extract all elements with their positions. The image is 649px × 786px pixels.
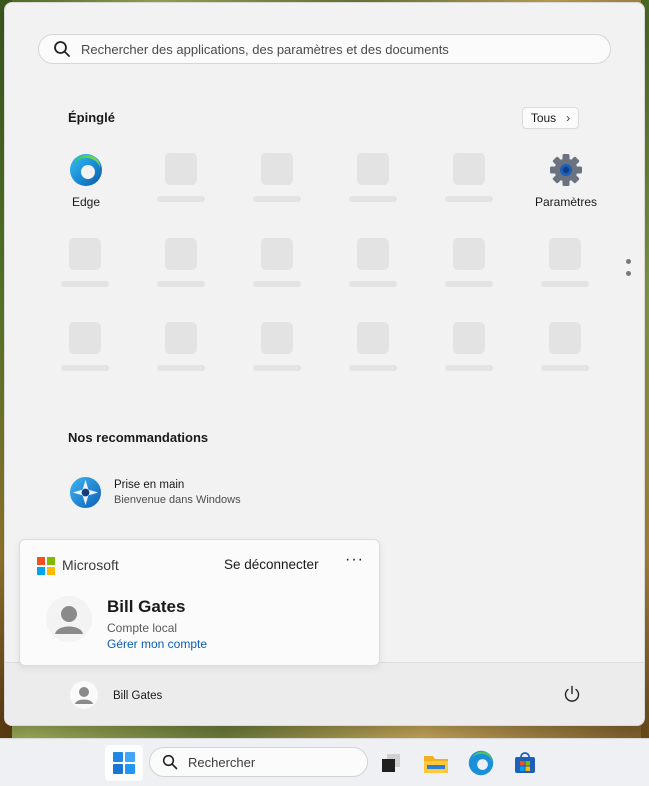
page-dot[interactable] xyxy=(626,271,631,276)
pinned-placeholder-icon xyxy=(357,238,389,270)
pinned-placeholder-icon xyxy=(453,153,485,185)
pinned-placeholder-label xyxy=(349,365,397,371)
power-icon[interactable] xyxy=(563,685,581,703)
pinned-placeholder-icon xyxy=(261,322,293,354)
pinned-title: Épinglé xyxy=(68,110,115,125)
user-avatar-icon[interactable] xyxy=(70,681,98,709)
search-icon xyxy=(162,754,178,770)
edge-icon xyxy=(468,750,494,776)
pinned-app-label: Edge xyxy=(71,195,101,209)
pinned-placeholder-icon xyxy=(261,238,293,270)
recommendation-subtitle: Bienvenue dans Windows xyxy=(114,493,241,506)
pinned-placeholder-icon xyxy=(357,153,389,185)
pinned-placeholder-label xyxy=(61,365,109,371)
pinned-placeholder-label xyxy=(349,196,397,202)
pinned-placeholder-label xyxy=(541,365,589,371)
pinned-placeholder-label xyxy=(157,196,205,202)
pinned-placeholder-icon xyxy=(357,322,389,354)
pinned-placeholder-icon xyxy=(453,322,485,354)
pinned-app-label: Paramètres xyxy=(534,195,598,209)
sign-out-button[interactable]: Se déconnecter xyxy=(224,557,319,572)
search-icon xyxy=(54,41,70,57)
pinned-app-settings[interactable]: Paramètres xyxy=(526,153,606,209)
start-footer: Bill Gates xyxy=(5,662,644,725)
pinned-page-indicator[interactable] xyxy=(626,259,631,283)
pinned-placeholder-label xyxy=(253,281,301,287)
account-flyout: Microsoft Se déconnecter ··· Bill Gates … xyxy=(19,539,380,666)
start-button[interactable] xyxy=(105,745,143,781)
recommendation-item[interactable]: Prise en main Bienvenue dans Windows xyxy=(69,473,309,511)
pinned-placeholder-icon xyxy=(549,322,581,354)
file-explorer-button[interactable] xyxy=(417,745,455,781)
account-avatar-icon xyxy=(46,596,92,642)
pinned-placeholder-label xyxy=(157,281,205,287)
pinned-placeholder-icon xyxy=(165,322,197,354)
pinned-placeholder-label xyxy=(253,196,301,202)
file-explorer-icon xyxy=(424,756,448,773)
footer-user-name[interactable]: Bill Gates xyxy=(113,690,162,702)
pinned-placeholder-icon xyxy=(549,238,581,270)
pinned-placeholder-icon xyxy=(69,322,101,354)
taskbar-search-placeholder: Rechercher xyxy=(188,754,256,770)
pinned-placeholder-label xyxy=(61,281,109,287)
settings-gear-icon xyxy=(550,154,582,186)
microsoft-store-button[interactable] xyxy=(506,745,544,781)
pinned-placeholder-label xyxy=(445,281,493,287)
start-icon xyxy=(113,752,135,774)
pinned-placeholder-icon xyxy=(165,238,197,270)
pinned-placeholder-label xyxy=(445,196,493,202)
page-dot[interactable] xyxy=(626,259,631,264)
taskbar-search-box[interactable]: Rechercher xyxy=(149,747,368,777)
pinned-placeholder-icon xyxy=(261,153,293,185)
recommendation-title: Prise en main xyxy=(114,478,185,491)
pinned-placeholder-icon xyxy=(69,238,101,270)
microsoft-logo-icon xyxy=(37,557,55,575)
microsoft-store-icon xyxy=(515,752,535,773)
manage-account-link[interactable]: Gérer mon compte xyxy=(107,637,207,651)
task-view-icon xyxy=(382,754,400,772)
microsoft-brand-label: Microsoft xyxy=(62,557,119,573)
taskbar: Rechercher xyxy=(0,738,649,786)
more-options-icon[interactable]: ··· xyxy=(345,551,364,569)
all-apps-button[interactable]: Tous › xyxy=(522,107,579,129)
get-started-icon xyxy=(69,476,102,508)
pinned-placeholder-label xyxy=(253,365,301,371)
start-search-box[interactable]: Rechercher des applications, des paramèt… xyxy=(38,34,611,64)
pinned-placeholder-label xyxy=(541,281,589,287)
account-user-name: Bill Gates xyxy=(107,597,186,616)
chevron-right-icon: › xyxy=(566,111,571,125)
pinned-placeholder-label xyxy=(157,365,205,371)
pinned-app-edge[interactable]: Edge xyxy=(46,153,126,209)
pinned-placeholder-label xyxy=(445,365,493,371)
recommendations-title: Nos recommandations xyxy=(68,430,209,445)
all-apps-label: Tous xyxy=(530,111,557,125)
account-type-label: Compte local xyxy=(107,621,178,635)
pinned-placeholder-icon xyxy=(453,238,485,270)
search-placeholder: Rechercher des applications, des paramèt… xyxy=(81,41,449,57)
pinned-placeholder-label xyxy=(349,281,397,287)
taskbar-edge-button[interactable] xyxy=(462,745,500,781)
edge-icon xyxy=(70,154,102,186)
pinned-placeholder-icon xyxy=(165,153,197,185)
task-view-button[interactable] xyxy=(372,745,410,781)
